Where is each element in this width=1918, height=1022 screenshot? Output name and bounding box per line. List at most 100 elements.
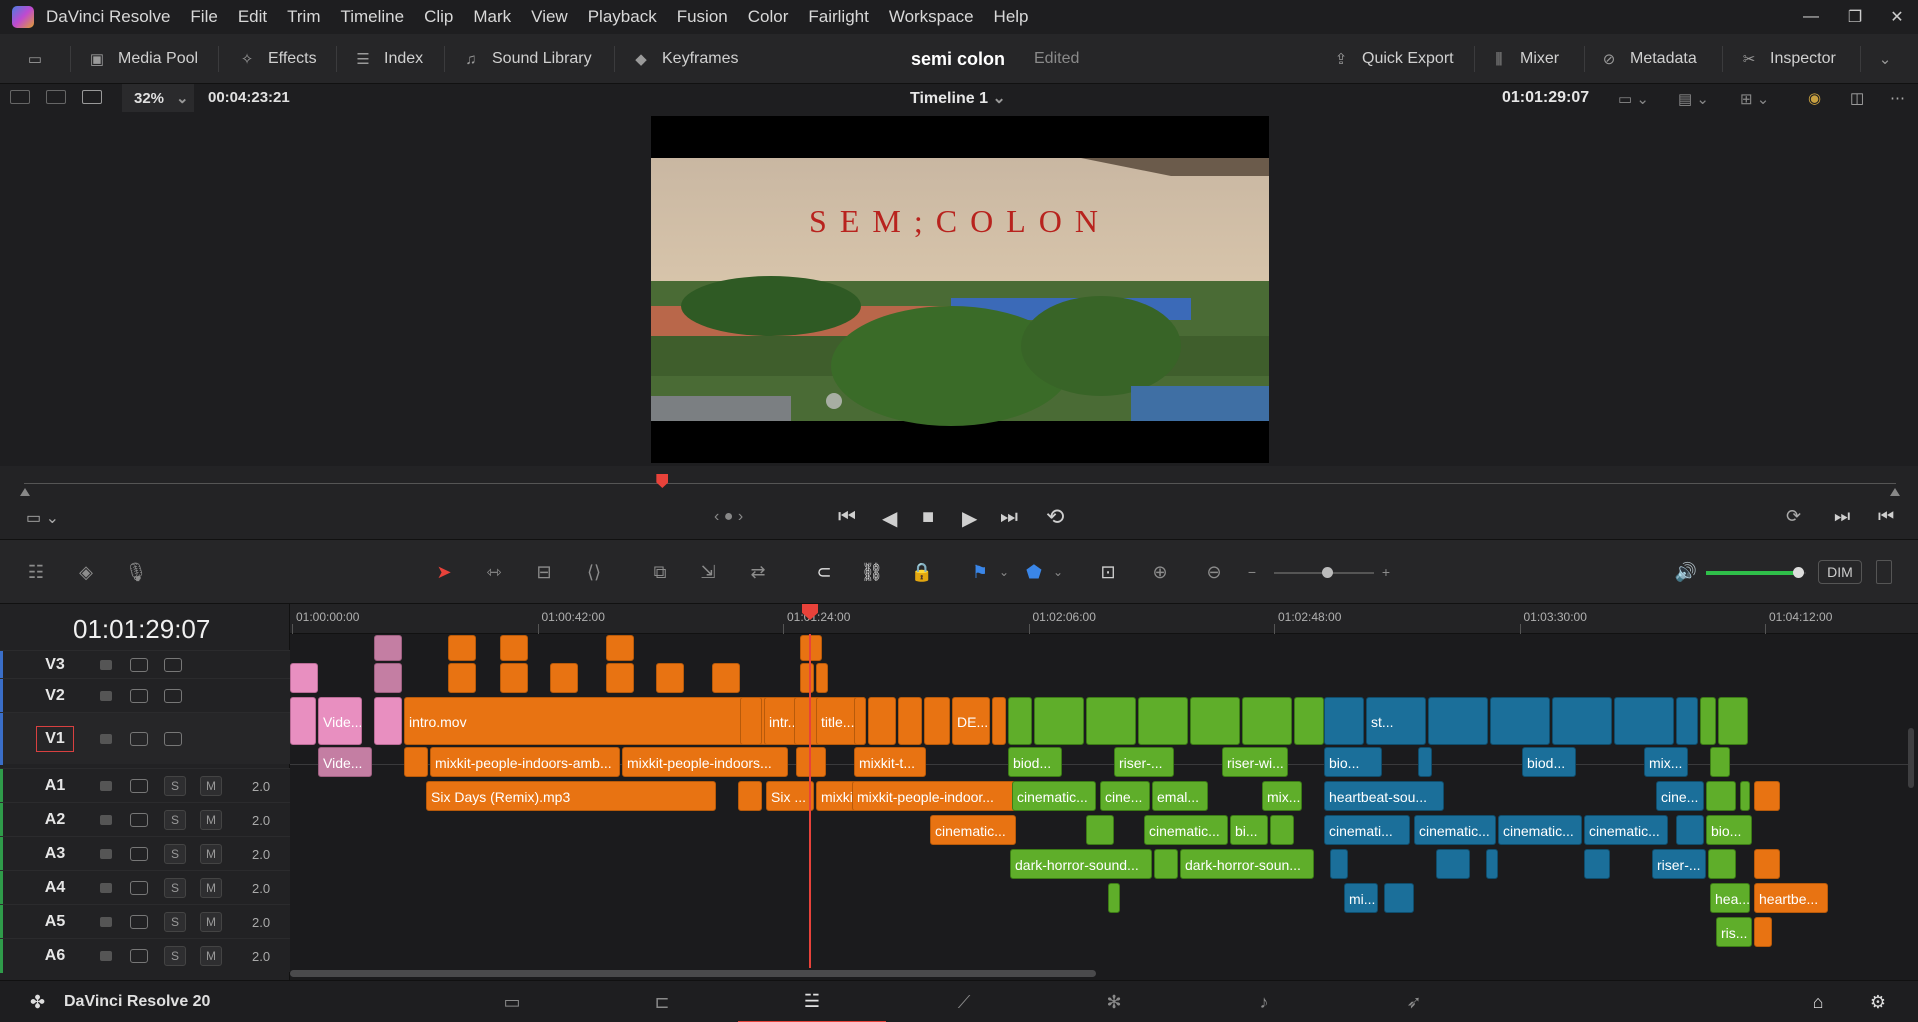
track-header-a4[interactable]: A4 S M 2.0 [0,870,290,905]
restore-button[interactable]: ❐ [1834,0,1876,34]
clip-a1[interactable]: biod... [1522,747,1576,777]
clip-a2[interactable]: Six ... [766,781,814,811]
sound-library-button[interactable]: ♫ Sound Library [460,46,591,72]
color-page-icon[interactable]: ✻ [1078,981,1150,1022]
audio-meter-toggle[interactable] [1876,560,1892,584]
menu-fusion[interactable]: Fusion [677,7,728,27]
safe-area-icon[interactable]: ▭ ⌄ [1618,90,1649,108]
loop-icon[interactable]: ⟲ [1046,504,1064,530]
clip-v3[interactable] [448,635,476,661]
clip-a2[interactable]: mixkit-people-indoor... [852,781,1016,811]
clip-a6[interactable] [1754,917,1772,947]
viewer-mode-icon[interactable]: ▭ ⌄ [26,508,59,528]
video-frame[interactable]: SEM;COLON [651,116,1269,463]
lock-icon[interactable] [100,660,112,670]
clip-a3[interactable] [1086,815,1114,845]
edit-page-icon[interactable]: ☱ [738,981,886,1022]
solo-button[interactable]: S [164,946,186,966]
clip-a1[interactable]: mix... [1644,747,1688,777]
metadata-button[interactable]: ⊘ Metadata [1598,46,1697,72]
clip-v1[interactable]: DE... [952,697,990,745]
clip-v1[interactable]: Vide... [318,697,362,745]
viewer-scrubber[interactable] [0,466,1918,496]
fusion-page-icon[interactable]: ⟋ [928,981,1000,1022]
clip-a3[interactable]: cinemati... [1324,815,1410,845]
clip-a2[interactable] [1706,781,1736,811]
clip-v3[interactable] [500,635,528,661]
clip-a1[interactable] [1710,747,1730,777]
solo-button[interactable]: S [164,810,186,830]
fairlight-page-icon[interactable]: ♪ [1228,981,1300,1022]
clip-v1[interactable] [290,697,316,745]
timeline-scrollbar[interactable] [290,968,1914,978]
lock-icon[interactable] [100,815,112,825]
clip-a3[interactable]: cinematic... [1144,815,1228,845]
mixer-button[interactable]: ⫼ Mixer [1488,46,1560,72]
clip-a3[interactable]: bi... [1230,815,1268,845]
clip-v2[interactable] [712,663,740,693]
lock-icon[interactable] [100,951,112,961]
clip-a5[interactable] [1108,883,1120,913]
clip-view-icon[interactable] [10,90,30,104]
menu-file[interactable]: File [190,7,217,27]
clip-a1[interactable]: Vide... [318,747,372,777]
quality-icon[interactable]: ▤ ⌄ [1678,90,1709,108]
clip-a4[interactable] [1154,849,1178,879]
lock-icon[interactable] [100,917,112,927]
clip-v2[interactable] [374,663,402,693]
selection-tool-icon[interactable]: ➤ [430,558,458,586]
zoom-out-icon[interactable]: − [1238,558,1266,586]
menu-help[interactable]: Help [994,7,1029,27]
overwrite-clip-icon[interactable]: ⇲ [694,558,722,586]
index-button[interactable]: ☰ Index [352,46,423,72]
clip-a2[interactable] [1754,781,1780,811]
dynamic-trim-icon[interactable]: ⊟ [530,558,558,586]
media-page-icon[interactable]: ▭ [476,981,548,1022]
clip-v1[interactable] [898,697,922,745]
panel-collapse-icon[interactable]: ⌄ [1874,46,1906,72]
clip-a1[interactable] [796,747,826,777]
mute-button[interactable]: M [200,810,222,830]
dual-viewer-icon[interactable]: ◫ [1850,89,1864,107]
clip-a4[interactable] [1754,849,1780,879]
clip-a2[interactable]: heartbeat-sou... [1324,781,1444,811]
menu-timeline[interactable]: Timeline [340,7,404,27]
media-pool-button[interactable]: ▣ Media Pool [86,46,198,72]
clip-v1[interactable] [1086,697,1136,745]
clip-v2[interactable] [606,663,634,693]
clip-v1[interactable] [374,697,402,745]
menu-color[interactable]: Color [748,7,789,27]
clip-v1[interactable]: st... [1366,697,1426,745]
menu-mark[interactable]: Mark [473,7,511,27]
replace-clip-icon[interactable]: ⇄ [744,558,772,586]
clip-v1[interactable] [1718,697,1748,745]
clip-a1[interactable]: riser-wi... [1222,747,1288,777]
track-header-a1[interactable]: A1 S M 2.0 [0,768,290,803]
clip-v1[interactable] [1490,697,1550,745]
zoom-slider-knob[interactable] [1322,567,1333,578]
clip-a4[interactable]: dark-horror-sound... [1010,849,1152,879]
deliver-page-icon[interactable]: ➶ [1378,981,1450,1022]
solo-button[interactable]: S [164,878,186,898]
go-to-end-icon[interactable]: ⏭ [1000,506,1018,529]
match-frame-icon[interactable]: ⟳ [1786,506,1801,527]
timeline-view-options-icon[interactable]: ☷ [22,558,50,586]
clip-a4[interactable] [1708,849,1736,879]
clip-a3[interactable]: bio... [1706,815,1752,845]
timeline-selector[interactable]: Timeline 1 ⌄ [910,88,1006,108]
viewer-playhead[interactable] [656,474,669,488]
solo-button[interactable]: S [164,912,186,932]
clip-a2[interactable]: emal... [1152,781,1208,811]
mute-button[interactable]: M [200,844,222,864]
track-header-a6[interactable]: A6 S M 2.0 [0,938,290,973]
custom-zoom-icon[interactable]: ⊖ [1200,558,1228,586]
auto-track-icon[interactable] [130,813,148,827]
blade-tool-icon[interactable]: ⟨⟩ [580,558,608,586]
clip-a3[interactable]: cinematic... [930,815,1016,845]
clip-v1[interactable] [854,697,866,745]
clip-a5[interactable]: mi... [1344,883,1378,913]
clip-a1[interactable]: mixkit-people-indoors-amb... [430,747,620,777]
clip-v1[interactable] [1034,697,1084,745]
keyframes-button[interactable]: ◆ Keyframes [630,46,738,72]
lock-icon[interactable] [100,691,112,701]
